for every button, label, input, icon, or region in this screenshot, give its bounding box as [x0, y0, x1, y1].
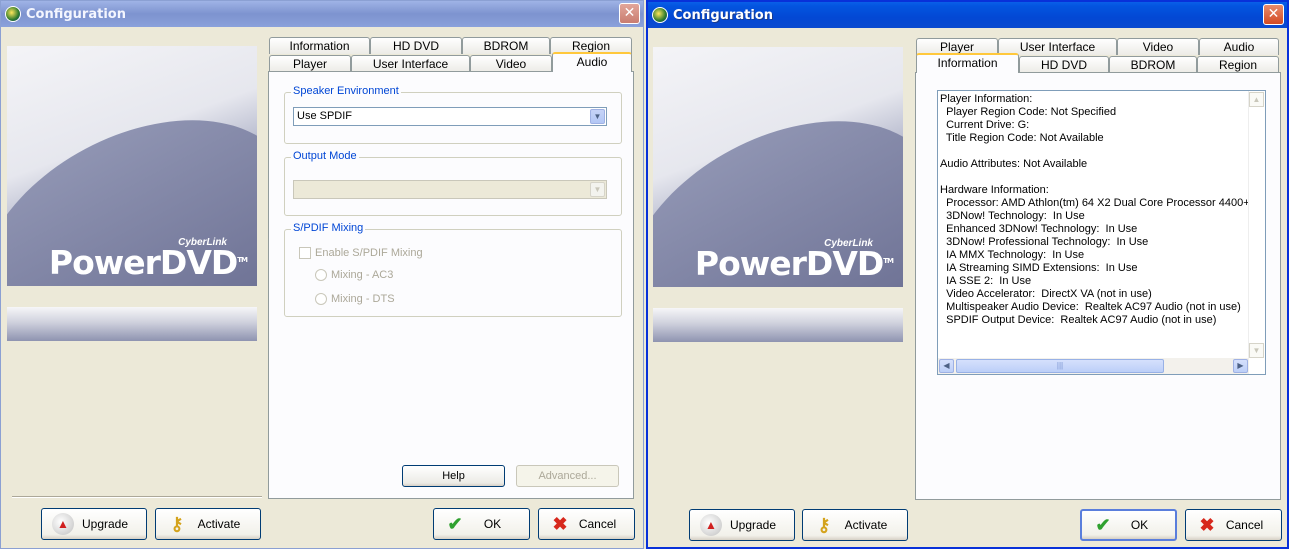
- tab-hd-dvd[interactable]: HD DVD: [1019, 56, 1109, 73]
- cancel-label: Cancel: [578, 517, 617, 531]
- speaker-environment-group: Speaker Environment Use SPDIF ▼: [284, 85, 622, 144]
- activate-button[interactable]: ⚷ Activate: [802, 509, 908, 541]
- upgrade-button[interactable]: ▲ Upgrade: [689, 509, 795, 541]
- activate-label: Activate: [197, 517, 241, 531]
- check-icon: ✔: [1095, 514, 1111, 535]
- enable-spdif-checkbox[interactable]: [299, 247, 311, 259]
- cancel-button[interactable]: ✖ Cancel: [1185, 509, 1282, 541]
- speaker-environment-value: Use SPDIF: [297, 110, 353, 122]
- spdif-mixing-group: S/PDIF Mixing Enable S/PDIF Mixing Mixin…: [284, 222, 622, 317]
- key-icon: ⚷: [817, 514, 831, 535]
- close-button[interactable]: ✕: [619, 3, 640, 24]
- scroll-up-icon[interactable]: ▲: [1249, 92, 1264, 107]
- info-line: Audio Attributes: Not Available: [940, 158, 1088, 170]
- output-mode-label: Output Mode: [291, 150, 359, 162]
- enable-spdif-label: Enable S/PDIF Mixing: [315, 247, 423, 259]
- horizontal-scrollbar[interactable]: ◀ ||| ▶: [938, 358, 1249, 374]
- ok-label: OK: [483, 517, 502, 531]
- info-line: IA Streaming SIMD Extensions: In Use: [940, 262, 1138, 274]
- tab-information[interactable]: Information: [916, 53, 1019, 73]
- tab-audio[interactable]: Audio: [552, 52, 632, 72]
- info-line: Video Accelerator: DirectX VA (not in us…: [940, 288, 1152, 300]
- scroll-left-icon[interactable]: ◀: [939, 359, 954, 373]
- mixing-ac3-label: Mixing - AC3: [331, 269, 394, 281]
- brand-powerdvd: PowerDVDTM: [48, 243, 248, 282]
- information-text-box[interactable]: Player Information: Player Region Code: …: [937, 90, 1266, 375]
- ok-button[interactable]: ✔ OK: [1080, 509, 1177, 541]
- output-mode-dropdown[interactable]: ▼: [293, 180, 607, 199]
- x-icon: ✖: [1199, 514, 1215, 535]
- spdif-mixing-label: S/PDIF Mixing: [291, 222, 366, 234]
- info-line: IA MMX Technology: In Use: [940, 249, 1085, 261]
- window-title: Configuration: [26, 6, 126, 22]
- scroll-right-icon[interactable]: ▶: [1233, 359, 1248, 373]
- config-window-information: Configuration ✕ CyberLink PowerDVDTM Pla…: [646, 0, 1289, 549]
- banner-strip: [653, 308, 903, 342]
- activate-label: Activate: [844, 518, 888, 532]
- scroll-down-icon[interactable]: ▼: [1249, 343, 1264, 358]
- title-bar[interactable]: Configuration ✕: [648, 2, 1287, 28]
- info-line: Multispeaker Audio Device: Realtek AC97 …: [940, 301, 1241, 313]
- ok-label: OK: [1130, 518, 1149, 532]
- x-icon: ✖: [552, 513, 568, 534]
- cancel-label: Cancel: [1225, 518, 1264, 532]
- speaker-environment-dropdown[interactable]: Use SPDIF ▼: [293, 107, 607, 126]
- key-icon: ⚷: [170, 513, 184, 534]
- chevron-down-icon[interactable]: ▼: [590, 109, 605, 124]
- mixing-ac3-radio[interactable]: [315, 269, 327, 281]
- upgrade-button[interactable]: ▲ Upgrade: [41, 508, 147, 540]
- info-line: 3DNow! Technology: In Use: [940, 210, 1085, 222]
- upgrade-icon: ▲: [700, 514, 722, 536]
- info-line: Current Drive: G:: [940, 119, 1030, 131]
- title-bar[interactable]: Configuration ✕: [1, 1, 643, 27]
- audio-tab-panel: Speaker Environment Use SPDIF ▼ Output M…: [268, 71, 634, 499]
- divider: [12, 496, 262, 498]
- tab-video[interactable]: Video: [470, 55, 552, 72]
- check-icon: ✔: [447, 513, 463, 534]
- chevron-down-icon[interactable]: ▼: [590, 182, 605, 197]
- tab-video[interactable]: Video: [1117, 38, 1199, 55]
- mixing-dts-radio[interactable]: [315, 293, 327, 305]
- upgrade-icon: ▲: [52, 513, 74, 535]
- tab-information[interactable]: Information: [269, 37, 370, 54]
- upgrade-label: Upgrade: [729, 518, 777, 532]
- help-button[interactable]: Help: [402, 465, 505, 487]
- activate-button[interactable]: ⚷ Activate: [155, 508, 261, 540]
- tab-region[interactable]: Region: [1197, 56, 1279, 73]
- config-window-audio: Configuration ✕ CyberLink PowerDVDTM Inf…: [0, 0, 644, 549]
- speaker-environment-label: Speaker Environment: [291, 85, 401, 97]
- tab-audio[interactable]: Audio: [1199, 38, 1279, 55]
- tab-bdrom[interactable]: BDROM: [462, 37, 550, 54]
- banner-strip: [7, 307, 257, 341]
- powerdvd-banner: CyberLink PowerDVDTM: [653, 47, 903, 287]
- advanced-button[interactable]: Advanced...: [516, 465, 619, 487]
- powerdvd-app-icon: [5, 6, 21, 22]
- brand-powerdvd: PowerDVDTM: [694, 244, 894, 283]
- tab-hd-dvd[interactable]: HD DVD: [370, 37, 462, 54]
- info-line: Player Region Code: Not Specified: [940, 106, 1117, 118]
- info-line: Player Information:: [940, 93, 1033, 105]
- powerdvd-banner: CyberLink PowerDVDTM: [7, 46, 257, 286]
- close-button[interactable]: ✕: [1263, 4, 1284, 25]
- window-title: Configuration: [673, 7, 773, 23]
- tab-bdrom[interactable]: BDROM: [1109, 56, 1197, 73]
- info-line: IA SSE 2: In Use: [940, 275, 1032, 287]
- output-mode-group: Output Mode ▼: [284, 150, 622, 216]
- info-line: Processor: AMD Athlon(tm) 64 X2 Dual Cor…: [940, 197, 1259, 209]
- cancel-button[interactable]: ✖ Cancel: [538, 508, 635, 540]
- info-line: 3DNow! Professional Technology: In Use: [940, 236, 1149, 248]
- scroll-thumb[interactable]: |||: [956, 359, 1164, 373]
- info-line: Title Region Code: Not Available: [940, 132, 1104, 144]
- info-line: SPDIF Output Device: Realtek AC97 Audio …: [940, 314, 1217, 326]
- tab-player[interactable]: Player: [269, 55, 351, 72]
- vertical-scrollbar[interactable]: ▲ ▼: [1248, 91, 1265, 358]
- information-tab-panel: Player Information: Player Region Code: …: [915, 72, 1281, 500]
- info-line: Hardware Information:: [940, 184, 1049, 196]
- tab-user-interface[interactable]: User Interface: [351, 55, 470, 72]
- upgrade-label: Upgrade: [81, 517, 129, 531]
- info-line: Enhanced 3DNow! Technology: In Use: [940, 223, 1138, 235]
- ok-button[interactable]: ✔ OK: [433, 508, 530, 540]
- powerdvd-app-icon: [652, 7, 668, 23]
- mixing-dts-label: Mixing - DTS: [331, 293, 395, 305]
